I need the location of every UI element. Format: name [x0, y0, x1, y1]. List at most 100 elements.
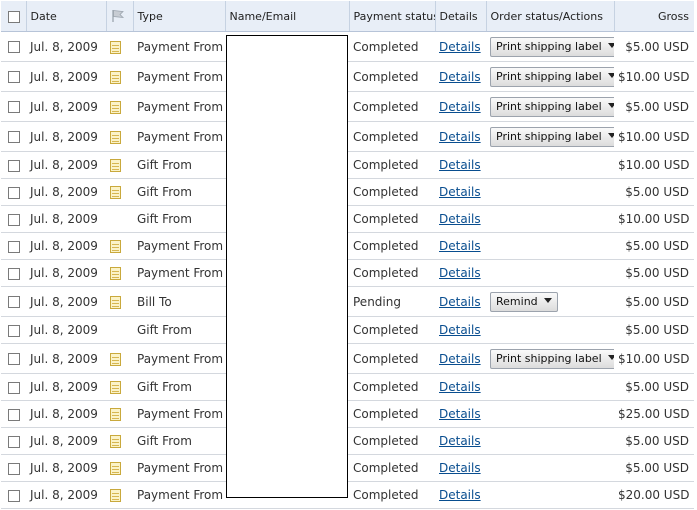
- details-link[interactable]: Details: [439, 100, 481, 114]
- chevron-down-icon: [607, 73, 614, 78]
- note-icon[interactable]: [110, 70, 121, 84]
- row-type: Payment From: [133, 454, 225, 482]
- gross-header[interactable]: Gross: [614, 1, 694, 32]
- row-gross: $5.00 USD: [614, 232, 694, 260]
- row-checkbox[interactable]: [8, 101, 20, 113]
- row-details-cell: Details: [435, 205, 486, 233]
- row-type: Gift From: [133, 178, 225, 206]
- row-checkbox[interactable]: [8, 381, 20, 394]
- details-link[interactable]: Details: [439, 488, 481, 502]
- row-checkbox[interactable]: [8, 324, 20, 337]
- print-shipping-label-dropdown[interactable]: Print shipping label: [490, 348, 614, 369]
- flag-header[interactable]: [106, 1, 134, 32]
- row-date: Jul. 8, 2009: [26, 151, 106, 179]
- row-gross: $10.00 USD: [614, 205, 694, 233]
- note-icon[interactable]: [110, 462, 121, 475]
- row-checkbox[interactable]: [8, 131, 20, 143]
- row-date: Jul. 8, 2009: [26, 232, 106, 260]
- payment-status-header[interactable]: Payment status: [349, 1, 436, 32]
- row-details-cell: Details: [435, 400, 486, 428]
- note-icon[interactable]: [110, 40, 121, 54]
- row-type: Payment From: [133, 31, 225, 62]
- details-link[interactable]: Details: [439, 352, 481, 366]
- row-checkbox[interactable]: [8, 267, 20, 280]
- row-checkbox[interactable]: [8, 71, 20, 83]
- note-icon[interactable]: [110, 240, 121, 253]
- details-link[interactable]: Details: [439, 158, 481, 172]
- row-checkbox[interactable]: [8, 489, 20, 502]
- select-all-checkbox[interactable]: [8, 10, 20, 23]
- row-date: Jul. 8, 2009: [26, 400, 106, 428]
- row-select-cell: [1, 373, 26, 401]
- name-email-header[interactable]: Name/Email: [225, 1, 350, 32]
- row-gross: $25.00 USD: [614, 400, 694, 428]
- chevron-down-icon: [607, 355, 614, 360]
- note-icon[interactable]: [110, 159, 121, 172]
- row-details-cell: Details: [435, 91, 486, 122]
- row-date: Jul. 8, 2009: [26, 316, 106, 344]
- row-gross: $10.00 USD: [614, 343, 694, 374]
- print-shipping-label-dropdown[interactable]: Print shipping label: [490, 126, 614, 147]
- note-icon[interactable]: [110, 435, 121, 448]
- type-header[interactable]: Type: [133, 1, 226, 32]
- details-link[interactable]: Details: [439, 461, 481, 475]
- remind-dropdown[interactable]: Remind: [490, 291, 558, 312]
- note-icon[interactable]: [110, 130, 121, 144]
- row-checkbox[interactable]: [8, 435, 20, 448]
- row-type: Payment From: [133, 91, 225, 122]
- row-type: Gift From: [133, 373, 225, 401]
- row-details-cell: Details: [435, 373, 486, 401]
- row-payment-status: Completed: [349, 151, 435, 179]
- details-link[interactable]: Details: [439, 266, 481, 280]
- details-link[interactable]: Details: [439, 323, 481, 337]
- row-order-action: [486, 205, 614, 233]
- row-checkbox[interactable]: [8, 408, 20, 421]
- row-checkbox[interactable]: [8, 296, 20, 308]
- details-link[interactable]: Details: [439, 407, 481, 421]
- details-link[interactable]: Details: [439, 434, 481, 448]
- row-note-cell: [106, 259, 133, 287]
- row-date: Jul. 8, 2009: [26, 31, 106, 62]
- row-order-action: [486, 178, 614, 206]
- action-label: Print shipping label: [496, 99, 602, 113]
- row-gross: $5.00 USD: [614, 454, 694, 482]
- row-select-cell: [1, 232, 26, 260]
- row-checkbox[interactable]: [8, 462, 20, 475]
- row-date: Jul. 8, 2009: [26, 454, 106, 482]
- row-gross: $20.00 USD: [614, 481, 694, 509]
- row-type: Payment From: [133, 232, 225, 260]
- row-select-cell: [1, 121, 26, 152]
- note-icon[interactable]: [110, 295, 121, 309]
- note-icon[interactable]: [110, 186, 121, 199]
- row-note-cell: [106, 343, 133, 374]
- print-shipping-label-dropdown[interactable]: Print shipping label: [490, 96, 614, 117]
- note-icon[interactable]: [110, 352, 121, 366]
- details-link[interactable]: Details: [439, 295, 481, 309]
- action-label: Print shipping label: [496, 69, 602, 83]
- details-link[interactable]: Details: [439, 70, 481, 84]
- row-checkbox[interactable]: [8, 240, 20, 253]
- note-icon[interactable]: [110, 100, 121, 114]
- row-checkbox[interactable]: [8, 213, 20, 226]
- details-link[interactable]: Details: [439, 40, 481, 54]
- row-checkbox[interactable]: [8, 41, 20, 53]
- row-checkbox[interactable]: [8, 159, 20, 172]
- action-label: Remind: [496, 294, 538, 308]
- details-link[interactable]: Details: [439, 212, 481, 226]
- row-details-cell: Details: [435, 259, 486, 287]
- note-icon[interactable]: [110, 408, 121, 421]
- details-link[interactable]: Details: [439, 185, 481, 199]
- print-shipping-label-dropdown[interactable]: Print shipping label: [490, 66, 614, 87]
- details-link[interactable]: Details: [439, 130, 481, 144]
- details-link[interactable]: Details: [439, 239, 481, 253]
- note-icon[interactable]: [110, 489, 121, 502]
- date-header[interactable]: Date: [26, 1, 107, 32]
- details-link[interactable]: Details: [439, 380, 481, 394]
- note-icon[interactable]: [110, 267, 121, 280]
- row-type: Payment From: [133, 61, 225, 92]
- row-checkbox[interactable]: [8, 186, 20, 199]
- row-checkbox[interactable]: [8, 353, 20, 365]
- print-shipping-label-dropdown[interactable]: Print shipping label: [490, 36, 614, 57]
- row-order-action: [486, 481, 614, 509]
- note-icon[interactable]: [110, 381, 121, 394]
